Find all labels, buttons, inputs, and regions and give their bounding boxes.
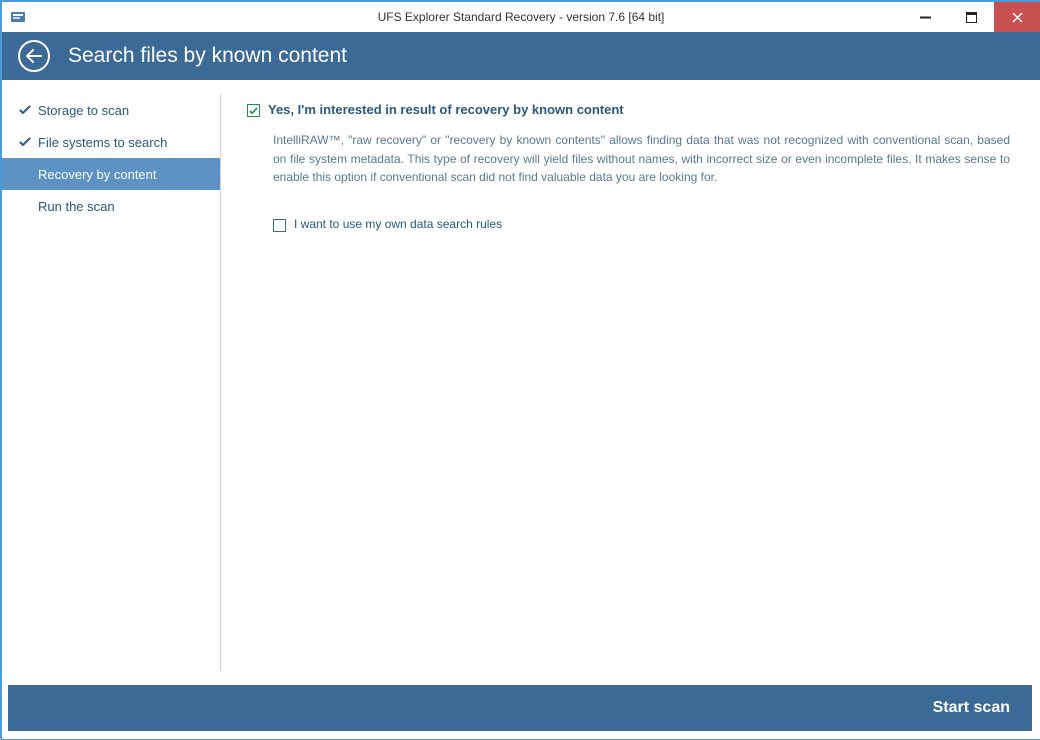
- start-scan-button[interactable]: Start scan: [933, 699, 1010, 717]
- own-rules-checkbox[interactable]: [273, 219, 286, 232]
- interested-checkbox-row[interactable]: Yes, I'm interested in result of recover…: [247, 102, 1010, 117]
- wizard-sidebar: Storage to scan File systems to search R…: [2, 80, 220, 685]
- sidebar-item-label: Recovery by content: [38, 167, 157, 182]
- page-header: Search files by known content: [2, 32, 1040, 80]
- back-button[interactable]: [18, 40, 50, 72]
- close-button[interactable]: [994, 2, 1040, 32]
- arrow-left-icon: [26, 49, 42, 63]
- interested-checkbox[interactable]: [247, 104, 260, 117]
- checkmark-icon: [249, 107, 258, 115]
- own-rules-checkbox-row[interactable]: I want to use my own data search rules: [273, 217, 1010, 232]
- sidebar-item-label: Run the scan: [38, 199, 115, 214]
- title-bar: UFS Explorer Standard Recovery - version…: [2, 2, 1040, 32]
- main-body: Storage to scan File systems to search R…: [2, 80, 1040, 685]
- page-title: Search files by known content: [68, 44, 347, 68]
- footer-bar: Start scan: [8, 685, 1032, 731]
- sidebar-item-storage[interactable]: Storage to scan: [2, 94, 220, 126]
- app-icon: [10, 9, 26, 25]
- check-icon: [16, 105, 34, 115]
- interested-checkbox-label: Yes, I'm interested in result of recover…: [268, 102, 624, 117]
- maximize-button[interactable]: [948, 2, 994, 32]
- window-controls: [902, 2, 1040, 32]
- sidebar-item-recovery[interactable]: Recovery by content: [2, 158, 220, 190]
- window-title: UFS Explorer Standard Recovery - version…: [2, 10, 1040, 24]
- description-text: IntelliRAW™, "raw recovery" or "recovery…: [273, 131, 1010, 187]
- sidebar-item-filesystems[interactable]: File systems to search: [2, 126, 220, 158]
- sidebar-item-label: File systems to search: [38, 135, 167, 150]
- content-panel: Yes, I'm interested in result of recover…: [221, 80, 1040, 685]
- own-rules-checkbox-label: I want to use my own data search rules: [294, 217, 502, 231]
- sidebar-item-label: Storage to scan: [38, 103, 129, 118]
- sidebar-item-run[interactable]: Run the scan: [2, 190, 220, 222]
- minimize-button[interactable]: [902, 2, 948, 32]
- check-icon: [16, 137, 34, 147]
